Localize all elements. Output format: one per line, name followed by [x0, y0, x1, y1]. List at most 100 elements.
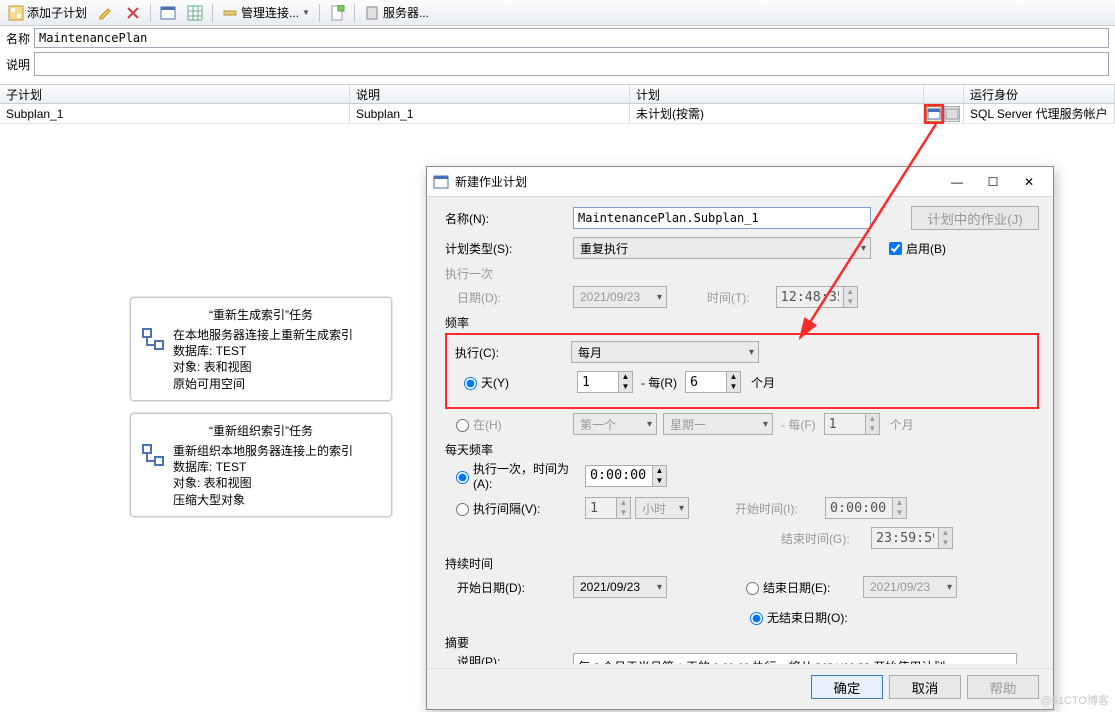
occurs-label: 执行(C): — [455, 344, 571, 361]
summary-label: 说明(P): — [445, 653, 573, 664]
end-date-input: 2021/09/23 — [863, 576, 957, 598]
month-unit2: 个月 — [880, 416, 914, 433]
dialog-title: 新建作业计划 — [455, 173, 527, 190]
jobs-in-schedule-button: 计划中的作业(J) — [911, 206, 1039, 230]
task-line: 重新组织本地服务器连接上的索引 — [173, 443, 353, 459]
rebuild-icon — [141, 327, 167, 392]
interval-unit-select: 小时 — [635, 497, 689, 519]
the-radio[interactable] — [456, 419, 469, 432]
interval-radio[interactable] — [456, 503, 469, 516]
grid-button[interactable] — [183, 3, 207, 23]
task-line: 数据库: TEST — [173, 459, 353, 475]
name-row: 名称 — [0, 26, 1115, 50]
once-at-radio[interactable] — [456, 471, 469, 484]
task-line: 对象: 表和视图 — [173, 475, 353, 491]
start-date-label: 开始日期(D): — [445, 579, 573, 596]
cell-runas[interactable]: SQL Server 代理服务帐户 — [964, 104, 1115, 123]
remove-schedule-button[interactable] — [944, 106, 960, 122]
separator — [354, 4, 355, 22]
every-month-input[interactable]: ▲▼ — [685, 371, 741, 393]
schedule-name-input[interactable] — [573, 207, 871, 229]
task-details: 重新组织本地服务器连接上的索引 数据库: TEST 对象: 表和视图 压缩大型对… — [173, 443, 353, 508]
interval-label: 执行间隔(V): — [473, 500, 585, 517]
reorganize-index-task[interactable]: “重新组织索引”任务 重新组织本地服务器连接上的索引 数据库: TEST 对象:… — [130, 413, 392, 517]
cell-actions — [924, 104, 964, 123]
end-time-input: ▲▼ — [871, 527, 953, 549]
close-button[interactable]: ✕ — [1011, 170, 1047, 194]
ok-button[interactable]: 确定 — [811, 675, 883, 699]
end-date-radio[interactable] — [746, 582, 759, 595]
desc-label: 说明 — [6, 56, 34, 73]
manage-connections-label: 管理连接... — [241, 4, 299, 21]
month-unit: 个月 — [741, 374, 775, 391]
freq-section-label: 频率 — [445, 314, 1039, 331]
dialog-titlebar[interactable]: 新建作业计划 — ☐ ✕ — [427, 167, 1053, 197]
day-radio[interactable] — [464, 377, 477, 390]
occurs-select[interactable]: 每月 — [571, 341, 759, 363]
minimize-button[interactable]: — — [939, 170, 975, 194]
col-desc[interactable]: 说明 — [350, 85, 630, 103]
once-at-time-input[interactable]: ▲▼ — [585, 465, 667, 487]
schedule-type-select[interactable]: 重复执行 — [573, 237, 871, 259]
start-date-input[interactable]: 2021/09/23 — [573, 576, 667, 598]
col-sched[interactable]: 计划 — [630, 85, 924, 103]
plan-desc-input[interactable] — [34, 52, 1109, 76]
cancel-button[interactable]: 取消 — [889, 675, 961, 699]
no-end-date-radio[interactable] — [750, 612, 763, 625]
calendar-icon — [160, 5, 176, 21]
task-title: “重新组织索引”任务 — [141, 422, 381, 439]
ordinal-select: 第一个 — [573, 413, 657, 435]
the-label: 在(H) — [473, 416, 573, 433]
servers-button[interactable]: 服务器... — [360, 2, 433, 23]
no-end-date-label: 无结束日期(O): — [767, 609, 848, 626]
rebuild-index-task[interactable]: “重新生成索引”任务 在本地服务器连接上重新生成索引 数据库: TEST 对象:… — [130, 297, 392, 401]
enabled-label: 启用(B) — [906, 240, 946, 257]
task-details: 在本地服务器连接上重新生成索引 数据库: TEST 对象: 表和视图 原始可用空… — [173, 327, 353, 392]
table-row[interactable]: Subplan_1 Subplan_1 未计划(按需) SQL Server 代… — [0, 104, 1115, 124]
name-label: 名称 — [6, 30, 34, 47]
cell-desc[interactable]: Subplan_1 — [350, 104, 630, 123]
frequency-highlight: 执行(C): 每月 天(Y) ▲▼ - 每(R) ▲▼ 个月 — [445, 333, 1039, 409]
cell-subplan[interactable]: Subplan_1 — [0, 104, 350, 123]
once-time-input: ▲▼ — [776, 286, 858, 308]
report-button[interactable] — [325, 3, 349, 23]
separator — [319, 4, 320, 22]
once-date-input: 2021/09/23 — [573, 286, 667, 308]
separator — [150, 4, 151, 22]
separator — [212, 4, 213, 22]
name-label: 名称(N): — [445, 210, 573, 227]
calendar-button[interactable] — [156, 3, 180, 23]
once-section-label: 执行一次 — [445, 265, 1039, 282]
weekday-select: 星期一 — [663, 413, 773, 435]
plan-name-input[interactable] — [34, 28, 1109, 48]
col-runas[interactable]: 运行身份 — [964, 85, 1115, 103]
add-subplan-label: 添加子计划 — [27, 4, 87, 21]
col-actions — [924, 85, 964, 103]
server-icon — [364, 5, 380, 21]
add-subplan-button[interactable]: 添加子计划 — [4, 2, 91, 23]
end-time-label: 结束时间(G): — [781, 530, 871, 547]
task-line: 在本地服务器连接上重新生成索引 — [173, 327, 353, 343]
help-button: 帮助 — [967, 675, 1039, 699]
every2-label: - 每(F) — [773, 416, 824, 433]
task-title: “重新生成索引”任务 — [141, 306, 381, 323]
col-subplan[interactable]: 子计划 — [0, 85, 350, 103]
summary-section: 摘要 — [445, 634, 1039, 651]
schedule-button[interactable] — [926, 106, 942, 122]
calendar-icon — [433, 174, 449, 190]
chevron-down-icon: ▼ — [302, 8, 310, 17]
enabled-checkbox[interactable] — [889, 242, 902, 255]
task-line: 原始可用空间 — [173, 376, 353, 392]
day-number-input[interactable]: ▲▼ — [577, 371, 633, 393]
task-line: 对象: 表和视图 — [173, 359, 353, 375]
toolbar: 添加子计划 管理连接... ▼ 服务器... — [0, 0, 1115, 26]
delete-button[interactable] — [121, 3, 145, 23]
edit-subplan-button[interactable] — [94, 3, 118, 23]
manage-connections-button[interactable]: 管理连接... ▼ — [218, 2, 314, 23]
time-label: 时间(T): — [707, 289, 750, 306]
maximize-button[interactable]: ☐ — [975, 170, 1011, 194]
summary-text — [573, 653, 1017, 664]
desc-row: 说明 — [0, 50, 1115, 78]
dialog-buttons: 确定 取消 帮助 — [427, 668, 1053, 709]
every2-input: ▲▼ — [824, 413, 880, 435]
